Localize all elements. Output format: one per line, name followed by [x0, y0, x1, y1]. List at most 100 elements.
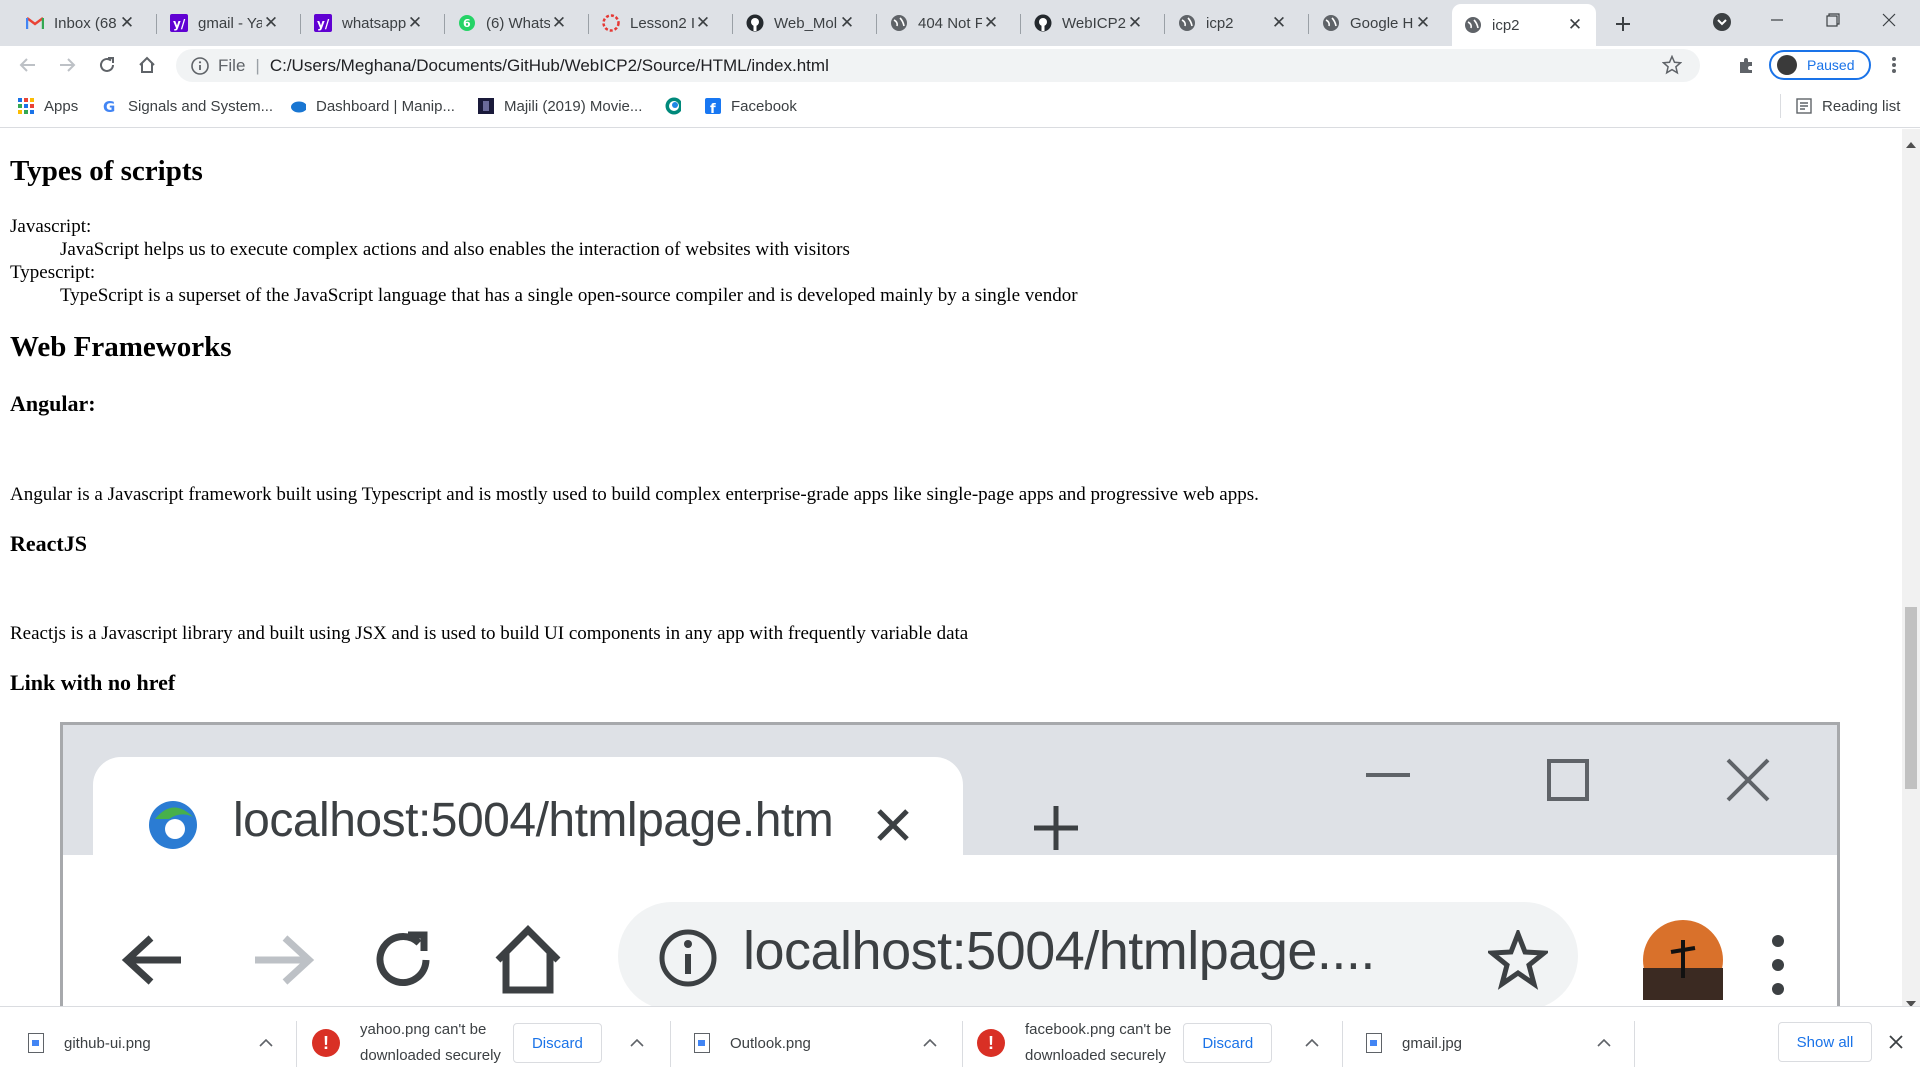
bookmark-facebook[interactable]: f Facebook — [705, 95, 797, 117]
warning-line-2: downloaded securely — [360, 1047, 501, 1064]
chevron-up-icon[interactable] — [1594, 1033, 1614, 1053]
circle-logo-icon — [665, 97, 681, 115]
shelf-divider — [670, 1021, 671, 1067]
bookmark-apps[interactable]: Apps — [18, 95, 78, 117]
desc-reactjs: Reactjs is a Javascript library and buil… — [10, 623, 969, 644]
whatsapp-icon: 6 — [458, 14, 476, 32]
tab-title: Web_Mol — [774, 14, 838, 32]
extensions-icon[interactable] — [1730, 49, 1762, 81]
bookmark-dashboard[interactable]: Dashboard | Manip... — [290, 95, 455, 117]
bookmark-majili[interactable]: Majili (2019) Movie... — [478, 95, 642, 117]
tab-whatsapp-yahoo[interactable]: y/ whatsapp ✕ — [302, 4, 436, 42]
show-all-button[interactable]: Show all — [1778, 1022, 1872, 1062]
menu-kebab-icon[interactable] — [1878, 49, 1910, 81]
shelf-divider — [1342, 1021, 1343, 1067]
movie-icon — [478, 98, 494, 114]
svg-text:y/: y/ — [317, 17, 330, 31]
close-window-button[interactable] — [1866, 0, 1912, 40]
avatar — [1777, 55, 1797, 75]
discard-button[interactable]: Discard — [512, 1023, 602, 1063]
close-tab-icon[interactable]: ✕ — [838, 13, 856, 32]
chevron-up-icon[interactable] — [1302, 1033, 1322, 1053]
bookmark-circle-logo[interactable] — [665, 95, 691, 117]
scroll-thumb[interactable] — [1905, 607, 1917, 789]
download-item[interactable]: Outlook.png — [694, 1015, 944, 1071]
tab-lesson2[interactable]: Lesson2 I ✕ — [590, 4, 724, 42]
close-tab-icon[interactable]: ✕ — [1566, 15, 1584, 34]
tab-title: (6) Whats — [486, 14, 550, 32]
scroll-up-arrow-icon[interactable] — [1906, 135, 1916, 153]
warning-line-1: facebook.png can't be — [1025, 1021, 1172, 1038]
tab-google[interactable]: Google H ✕ — [1310, 4, 1444, 42]
tab-icp2[interactable]: icp2 ✕ — [1166, 4, 1300, 42]
yahoo-icon: y/ — [314, 14, 332, 32]
bookmark-signals[interactable]: G Signals and System... — [102, 95, 273, 117]
embedded-home-icon — [483, 915, 573, 1005]
heading-angular: Angular: — [10, 391, 96, 416]
tab-icp2-active[interactable]: icp2 ✕ — [1452, 4, 1596, 46]
embedded-new-tab-icon — [1031, 803, 1081, 853]
info-icon[interactable] — [190, 56, 210, 76]
forward-button[interactable] — [51, 49, 83, 81]
vertical-scrollbar[interactable] — [1902, 129, 1920, 1007]
tab-whatsapp[interactable]: 6 (6) Whats ✕ — [446, 4, 580, 42]
url-text[interactable]: C:/Users/Meghana/Documents/GitHub/WebICP… — [270, 56, 829, 76]
close-tab-icon[interactable]: ✕ — [262, 13, 280, 32]
tab-inbox[interactable]: Inbox (68 ✕ — [14, 4, 148, 42]
svg-text:y/: y/ — [173, 17, 186, 31]
home-button[interactable] — [131, 49, 163, 81]
close-tab-icon[interactable]: ✕ — [1126, 13, 1144, 32]
close-tab-icon[interactable]: ✕ — [550, 13, 568, 32]
profile-paused-button[interactable]: Paused — [1769, 50, 1871, 80]
download-warning-text: yahoo.png can't be downloaded securely — [360, 1017, 501, 1069]
embedded-avatar — [1638, 915, 1728, 1005]
embedded-maximize-icon — [1543, 755, 1593, 805]
close-tab-icon[interactable]: ✕ — [118, 13, 136, 32]
heading-reactjs: ReactJS — [10, 531, 87, 556]
tab-strip: Inbox (68 ✕ y/ gmail - Ya ✕ y/ whatsapp … — [0, 0, 1920, 46]
tab-web-mol[interactable]: Web_Mol ✕ — [734, 4, 868, 42]
reading-list-button[interactable]: Reading list — [1796, 95, 1900, 117]
file-icon — [28, 1033, 44, 1053]
minimize-button[interactable] — [1754, 0, 1800, 40]
download-item[interactable]: github-ui.png — [28, 1015, 278, 1071]
close-tab-icon[interactable]: ✕ — [1270, 13, 1288, 32]
tab-search-button[interactable] — [1699, 2, 1745, 42]
close-shelf-icon[interactable] — [1886, 1032, 1906, 1052]
desc-javascript: JavaScript helps us to execute complex a… — [60, 239, 850, 260]
bookmark-label: Majili (2019) Movie... — [504, 97, 643, 115]
gmail-icon — [26, 14, 44, 32]
tab-title: icp2 — [1492, 16, 1520, 34]
bookmark-star-icon[interactable] — [1661, 54, 1683, 80]
tab-title: Inbox (68 — [54, 14, 117, 32]
restore-button[interactable] — [1810, 0, 1856, 40]
tab-webicp2[interactable]: WebICP2 ✕ — [1022, 4, 1156, 42]
download-item-warning[interactable]: ! facebook.png can't be downloaded secur… — [977, 1015, 1327, 1071]
chevron-up-icon[interactable] — [920, 1033, 940, 1053]
reload-button[interactable] — [91, 49, 123, 81]
address-bar[interactable]: File | C:/Users/Meghana/Documents/GitHub… — [176, 49, 1700, 82]
download-item-warning[interactable]: ! yahoo.png can't be downloaded securely… — [312, 1015, 652, 1071]
shelf-divider — [962, 1021, 963, 1067]
discard-button[interactable]: Discard — [1183, 1023, 1273, 1063]
download-filename: github-ui.png — [64, 1034, 151, 1052]
back-button[interactable] — [12, 49, 44, 81]
reading-list-icon — [1796, 98, 1812, 114]
close-tab-icon[interactable]: ✕ — [982, 13, 1000, 32]
yahoo-icon: y/ — [170, 14, 188, 32]
tab-gmail-yahoo[interactable]: y/ gmail - Ya ✕ — [158, 4, 292, 42]
tab-separator — [156, 14, 157, 34]
download-item[interactable]: gmail.jpg — [1366, 1015, 1616, 1071]
chevron-up-icon[interactable] — [627, 1033, 647, 1053]
chevron-up-icon[interactable] — [256, 1033, 276, 1053]
tab-title: 404 Not F — [918, 14, 982, 32]
tab-404[interactable]: 404 Not F ✕ — [878, 4, 1012, 42]
new-tab-button[interactable] — [1600, 4, 1646, 44]
warning-line-2: downloaded securely — [1025, 1047, 1166, 1064]
tab-separator — [876, 14, 877, 34]
close-tab-icon[interactable]: ✕ — [1414, 13, 1432, 32]
embedded-menu-icon — [1758, 925, 1798, 1005]
warning-icon: ! — [977, 1029, 1005, 1057]
close-tab-icon[interactable]: ✕ — [694, 13, 712, 32]
close-tab-icon[interactable]: ✕ — [406, 13, 424, 32]
